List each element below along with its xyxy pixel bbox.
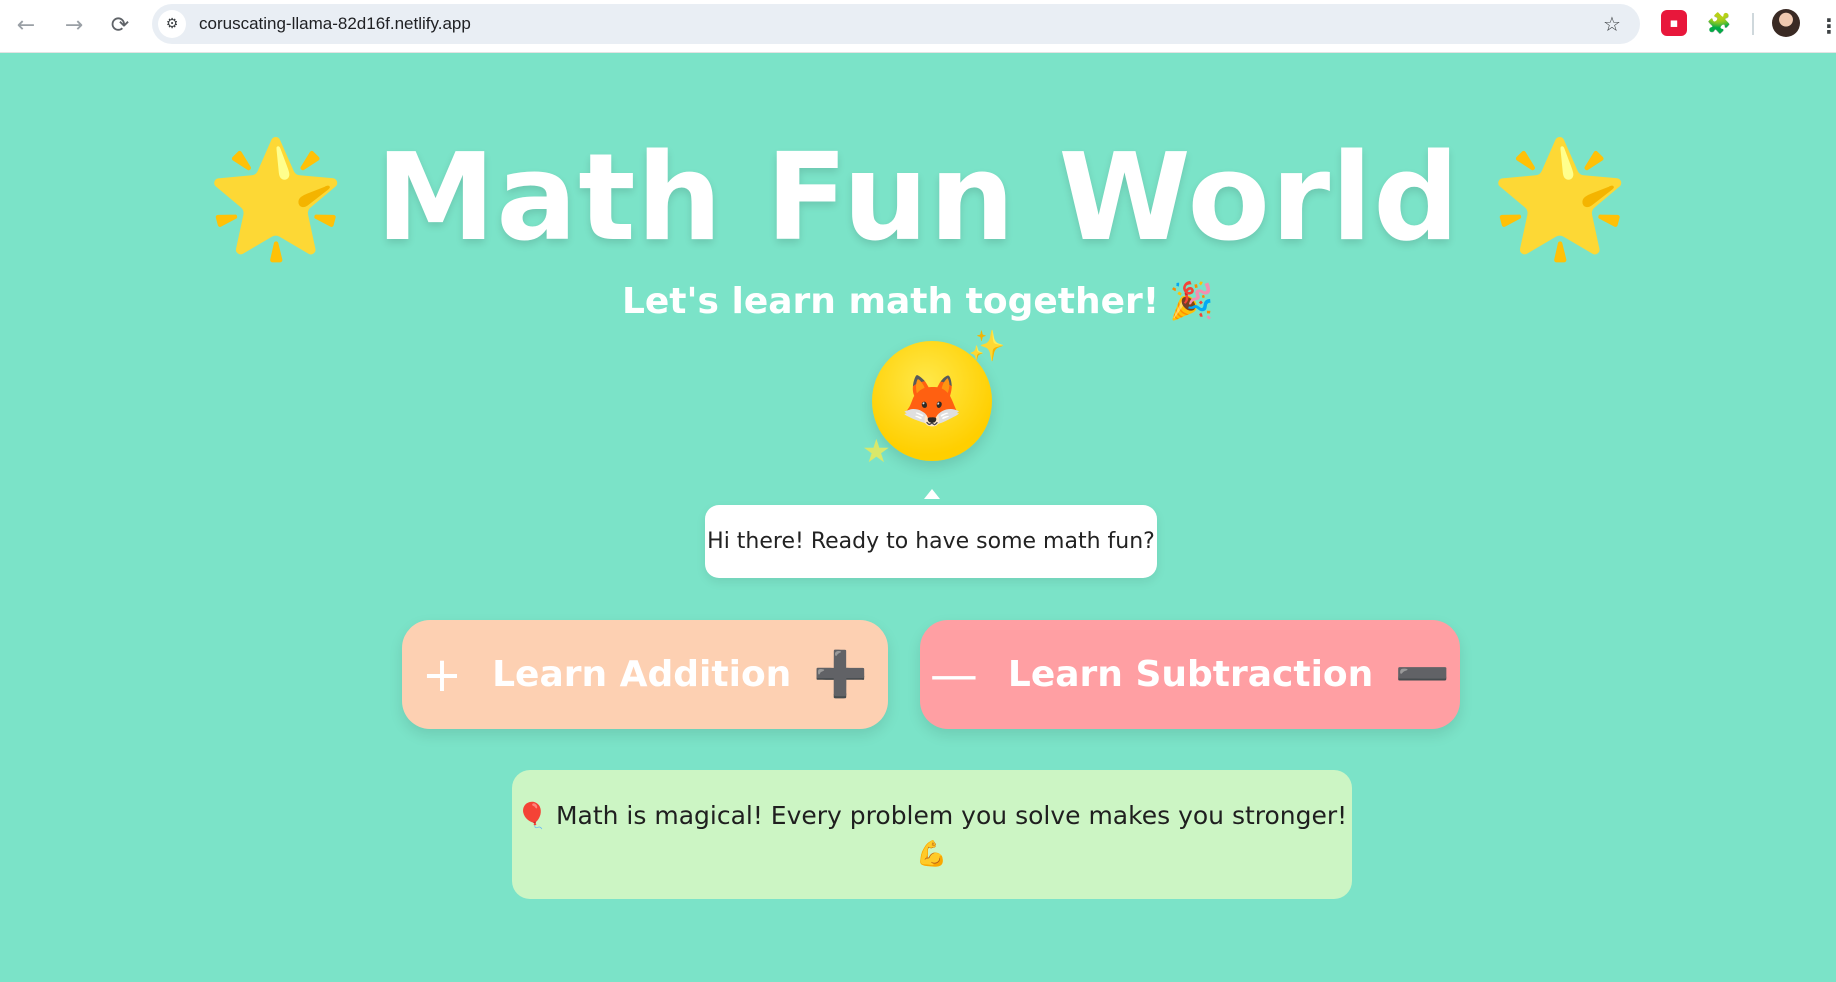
subtitle-text: Let's learn math together! — [621, 280, 1160, 322]
learn-subtraction-label: Learn Subtraction — [1007, 654, 1374, 695]
subtitle: Let's learn math together! 🎉 — [0, 276, 1836, 326]
url-text[interactable]: coruscating-llama-82d16f.netlify.app — [199, 4, 471, 44]
balloon-icon: 🎈 — [516, 800, 548, 830]
menu-dots-icon[interactable]: ⋮ — [1819, 8, 1836, 44]
page-title: Math Fun World — [375, 128, 1461, 268]
small-star-icon: ★ — [862, 432, 891, 470]
learn-addition-button[interactable]: + Learn Addition ➕ — [402, 620, 888, 729]
sparkle-icon: ✨ — [968, 329, 1006, 364]
avatar[interactable] — [1772, 9, 1800, 37]
bookmark-star-icon[interactable]: ☆ — [1598, 10, 1626, 38]
minus-icon: — — [929, 646, 978, 703]
reload-icon[interactable]: ⟳ — [102, 8, 138, 44]
address-bar[interactable]: ⚙ coruscating-llama-82d16f.netlify.app ☆ — [152, 4, 1640, 44]
flexed-biceps-icon: 💪 — [916, 838, 948, 868]
motivation-line: 🎈 Math is magical! Every problem you sol… — [517, 801, 1347, 831]
fox-icon: 🦊 — [900, 371, 964, 430]
toolbar-divider — [1752, 13, 1754, 35]
star-icon: 🌟 — [1490, 133, 1630, 263]
star-icon: 🌟 — [206, 133, 346, 263]
plus-icon: + — [421, 646, 463, 703]
puzzle-icon[interactable]: 🧩 — [1706, 10, 1732, 36]
browser-toolbar: ← → ⟳ ⚙ coruscating-llama-82d16f.netlify… — [0, 0, 1836, 53]
heavy-minus-icon: ➖ — [1395, 648, 1451, 700]
motivation-box: 🎈 Math is magical! Every problem you sol… — [512, 770, 1352, 899]
speech-bubble-pointer — [924, 489, 940, 499]
site-info-icon[interactable]: ⚙ — [158, 10, 186, 38]
speech-text: Hi there! Ready to have some math fun? — [707, 529, 1155, 554]
learn-subtraction-button[interactable]: — Learn Subtraction ➖ — [920, 620, 1460, 729]
learn-addition-label: Learn Addition — [492, 654, 792, 695]
motivation-text: Math is magical! Every problem you solve… — [555, 801, 1348, 830]
heavy-plus-icon: ➕ — [813, 648, 869, 700]
party-popper-icon: 🎉 — [1169, 281, 1215, 322]
back-arrow-icon[interactable]: ← — [8, 8, 44, 44]
speech-bubble: Hi there! Ready to have some math fun? — [705, 505, 1157, 578]
forward-arrow-icon[interactable]: → — [56, 8, 92, 44]
extension-icon[interactable]: ▪ — [1661, 10, 1687, 36]
title-row: 🌟 Math Fun World 🌟 — [0, 118, 1836, 278]
